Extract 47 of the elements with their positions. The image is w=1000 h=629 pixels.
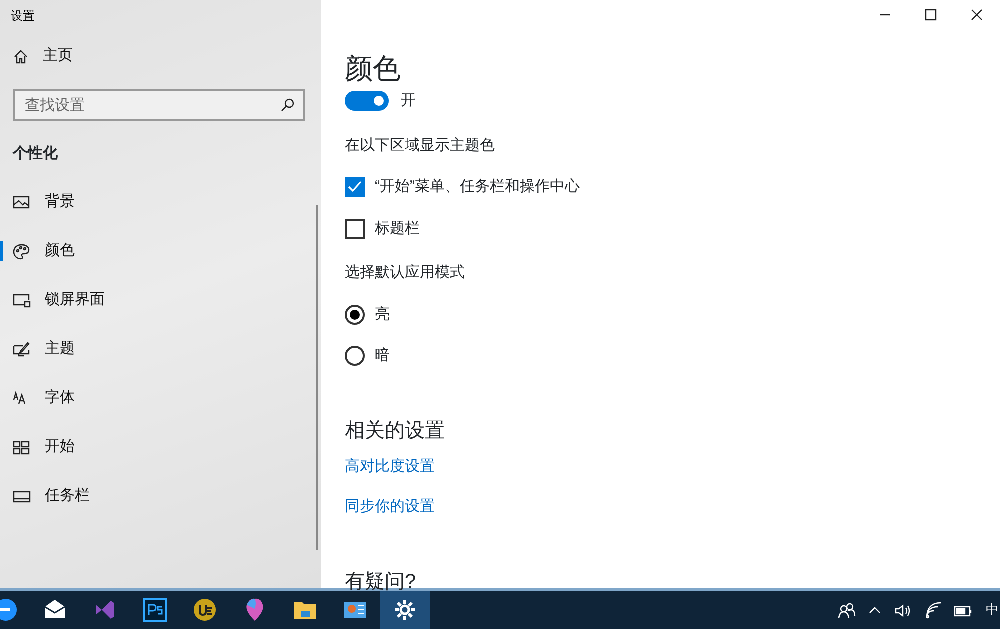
- home-label: 主页: [43, 46, 73, 66]
- round-emblem-icon: [192, 597, 218, 623]
- check-icon: [348, 181, 362, 194]
- checkbox-label: “开始”菜单、任务栏和操作中心: [375, 177, 580, 197]
- start-tiles-icon: [13, 438, 31, 456]
- toggle-label: 开: [401, 91, 416, 111]
- brush-monitor-icon: [13, 340, 31, 358]
- settings-link[interactable]: 同步你的设置: [345, 496, 435, 518]
- search-field[interactable]: 查找设置: [13, 89, 305, 121]
- palette-icon: [13, 242, 31, 260]
- window-title: 设置: [10, 8, 36, 25]
- sidebar-item[interactable]: 开始: [0, 422, 321, 472]
- home-nav-item[interactable]: 主页: [0, 32, 321, 81]
- page-title: 颜色: [345, 52, 402, 86]
- section-heading: 选择默认应用模式: [345, 263, 466, 283]
- radio-label: 亮: [375, 304, 390, 324]
- input-method-indicator[interactable]: 中: [986, 600, 1000, 620]
- taskbar-app[interactable]: [380, 591, 430, 629]
- home-icon: [13, 48, 29, 64]
- section-heading: 有疑问?: [345, 570, 418, 594]
- people-icon[interactable]: [838, 602, 856, 618]
- close-icon: [971, 9, 983, 21]
- section-heading: 相关的设置: [345, 418, 446, 444]
- maximize-icon: [925, 9, 937, 21]
- checkbox[interactable]: [345, 177, 365, 198]
- sidebar-item[interactable]: 颜色: [0, 226, 321, 276]
- settings-icon: [392, 597, 418, 623]
- lock-screen-icon: [13, 292, 31, 308]
- ps-icon: [142, 597, 168, 623]
- picture-icon: [13, 194, 31, 210]
- sidebar-item[interactable]: 字体: [0, 374, 321, 422]
- radio-button[interactable]: [345, 304, 365, 325]
- radio-button[interactable]: [345, 346, 365, 366]
- settings-link[interactable]: 高对比度设置: [345, 456, 435, 478]
- sidebar-item[interactable]: 任务栏: [0, 472, 321, 520]
- toggle-switch[interactable]: [345, 91, 389, 112]
- section-title: 个性化: [12, 144, 59, 164]
- sidebar-item[interactable]: 背景: [0, 178, 321, 226]
- wifi-icon[interactable]: [924, 602, 942, 618]
- radio-label: 暗: [375, 346, 390, 366]
- checkbox-label: 标题栏: [375, 218, 420, 238]
- browser-icon: [0, 597, 17, 623]
- sidebar-item[interactable]: 主题: [0, 324, 321, 374]
- checkbox[interactable]: [345, 218, 365, 239]
- sidebar-item[interactable]: 锁屏界面: [0, 276, 321, 324]
- search-icon: [281, 98, 295, 112]
- section-heading: 在以下区域显示主题色: [345, 136, 496, 156]
